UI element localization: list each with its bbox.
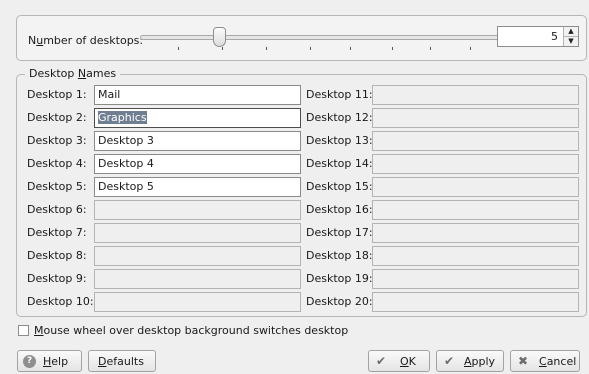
desktop-name-input[interactable] xyxy=(372,131,579,151)
desktop-name-input[interactable] xyxy=(94,292,301,312)
desktop-name-label: Desktop 9: xyxy=(27,272,87,285)
slider-tick xyxy=(178,47,179,50)
desktop-name-label: Desktop 2: xyxy=(27,111,87,124)
slider-tick xyxy=(310,47,311,50)
desktop-name-value: Desktop 4 xyxy=(98,157,154,170)
desktop-name-input[interactable]: Graphics xyxy=(94,108,301,128)
slider-tick xyxy=(350,47,351,50)
desktop-name-value: Mail xyxy=(98,88,121,101)
desktop-name-input[interactable]: Mail xyxy=(94,85,301,105)
slider-groove xyxy=(140,35,502,40)
desktop-name-input[interactable] xyxy=(94,200,301,220)
spinbox-arrows[interactable]: ▲ ▼ xyxy=(563,27,578,46)
desktop-name-label: Desktop 18: xyxy=(306,249,373,262)
check-icon: ✔ xyxy=(376,354,387,368)
number-of-desktops-label: Number of desktops: xyxy=(28,34,144,47)
desktop-name-input[interactable] xyxy=(94,269,301,289)
help-button[interactable]: ? Help xyxy=(17,350,82,372)
desktop-name-input[interactable]: Desktop 4 xyxy=(94,154,301,174)
ok-button[interactable]: ✔ OK xyxy=(368,350,430,372)
desktop-name-label: Desktop 13: xyxy=(306,134,373,147)
desktop-name-label: Desktop 6: xyxy=(27,203,87,216)
desktop-name-input[interactable] xyxy=(94,246,301,266)
desktop-name-input[interactable] xyxy=(372,154,579,174)
desktop-name-label: Desktop 8: xyxy=(27,249,87,262)
check-icon: ✔ xyxy=(444,354,455,368)
desktop-name-label: Desktop 14: xyxy=(306,157,373,170)
desktop-name-value: Desktop 5 xyxy=(98,180,154,193)
desktop-name-label: Desktop 11: xyxy=(306,88,373,101)
desktop-name-label: Desktop 1: xyxy=(27,88,87,101)
desktop-name-value: Desktop 3 xyxy=(98,134,154,147)
desktop-name-input[interactable]: Desktop 5 xyxy=(94,177,301,197)
desktop-names-legend: Desktop Names xyxy=(25,67,121,80)
defaults-button[interactable]: Defaults xyxy=(88,350,156,372)
desktop-name-label: Desktop 20: xyxy=(306,295,373,308)
mouse-wheel-checkbox[interactable] xyxy=(18,325,29,336)
mouse-wheel-label[interactable]: Mouse wheel over desktop background swit… xyxy=(34,324,348,337)
desktop-name-input[interactable] xyxy=(372,246,579,266)
desktop-name-label: Desktop 17: xyxy=(306,226,373,239)
desktops-spinbox[interactable]: 5 ▲ ▼ xyxy=(497,26,579,47)
desktop-name-input[interactable] xyxy=(94,223,301,243)
desktop-name-label: Desktop 7: xyxy=(27,226,87,239)
desktop-name-label: Desktop 3: xyxy=(27,134,87,147)
desktop-name-input[interactable] xyxy=(372,269,579,289)
cancel-button[interactable]: ✖ Cancel xyxy=(510,350,580,372)
help-icon: ? xyxy=(23,355,36,368)
desktop-names-group: Desktop Names Desktop 1: Mail Desktop 2: Gr… xyxy=(16,67,587,317)
desktop-name-label: Desktop 4: xyxy=(27,157,87,170)
slider-tick xyxy=(470,47,471,50)
spinbox-value: 5 xyxy=(551,30,558,43)
spin-up-icon[interactable]: ▲ xyxy=(564,27,578,36)
desktop-name-label: Desktop 12: xyxy=(306,111,373,124)
slider-tick xyxy=(430,47,431,50)
number-of-desktops-group: Number of desktops: 5 ▲ ▼ xyxy=(16,15,587,61)
desktop-name-label: Desktop 19: xyxy=(306,272,373,285)
slider-tick xyxy=(266,47,267,50)
desktops-slider[interactable] xyxy=(140,26,502,56)
desktop-name-label: Desktop 15: xyxy=(306,180,373,193)
slider-tick xyxy=(222,47,223,50)
desktop-name-input[interactable] xyxy=(372,292,579,312)
desktop-name-input[interactable] xyxy=(372,85,579,105)
desktop-name-input[interactable] xyxy=(372,108,579,128)
desktop-name-input[interactable] xyxy=(372,200,579,220)
slider-handle[interactable] xyxy=(213,27,226,47)
desktop-name-label: Desktop 10: xyxy=(27,295,94,308)
desktop-name-label: Desktop 16: xyxy=(306,203,373,216)
cross-icon: ✖ xyxy=(518,354,529,368)
spin-down-icon[interactable]: ▼ xyxy=(564,36,578,46)
desktop-name-value: Graphics xyxy=(98,111,147,124)
desktop-name-input[interactable] xyxy=(372,223,579,243)
desktop-name-input[interactable] xyxy=(372,177,579,197)
slider-tick xyxy=(392,47,393,50)
desktop-name-label: Desktop 5: xyxy=(27,180,87,193)
desktop-name-input[interactable]: Desktop 3 xyxy=(94,131,301,151)
apply-button[interactable]: ✔ Apply xyxy=(436,350,504,372)
